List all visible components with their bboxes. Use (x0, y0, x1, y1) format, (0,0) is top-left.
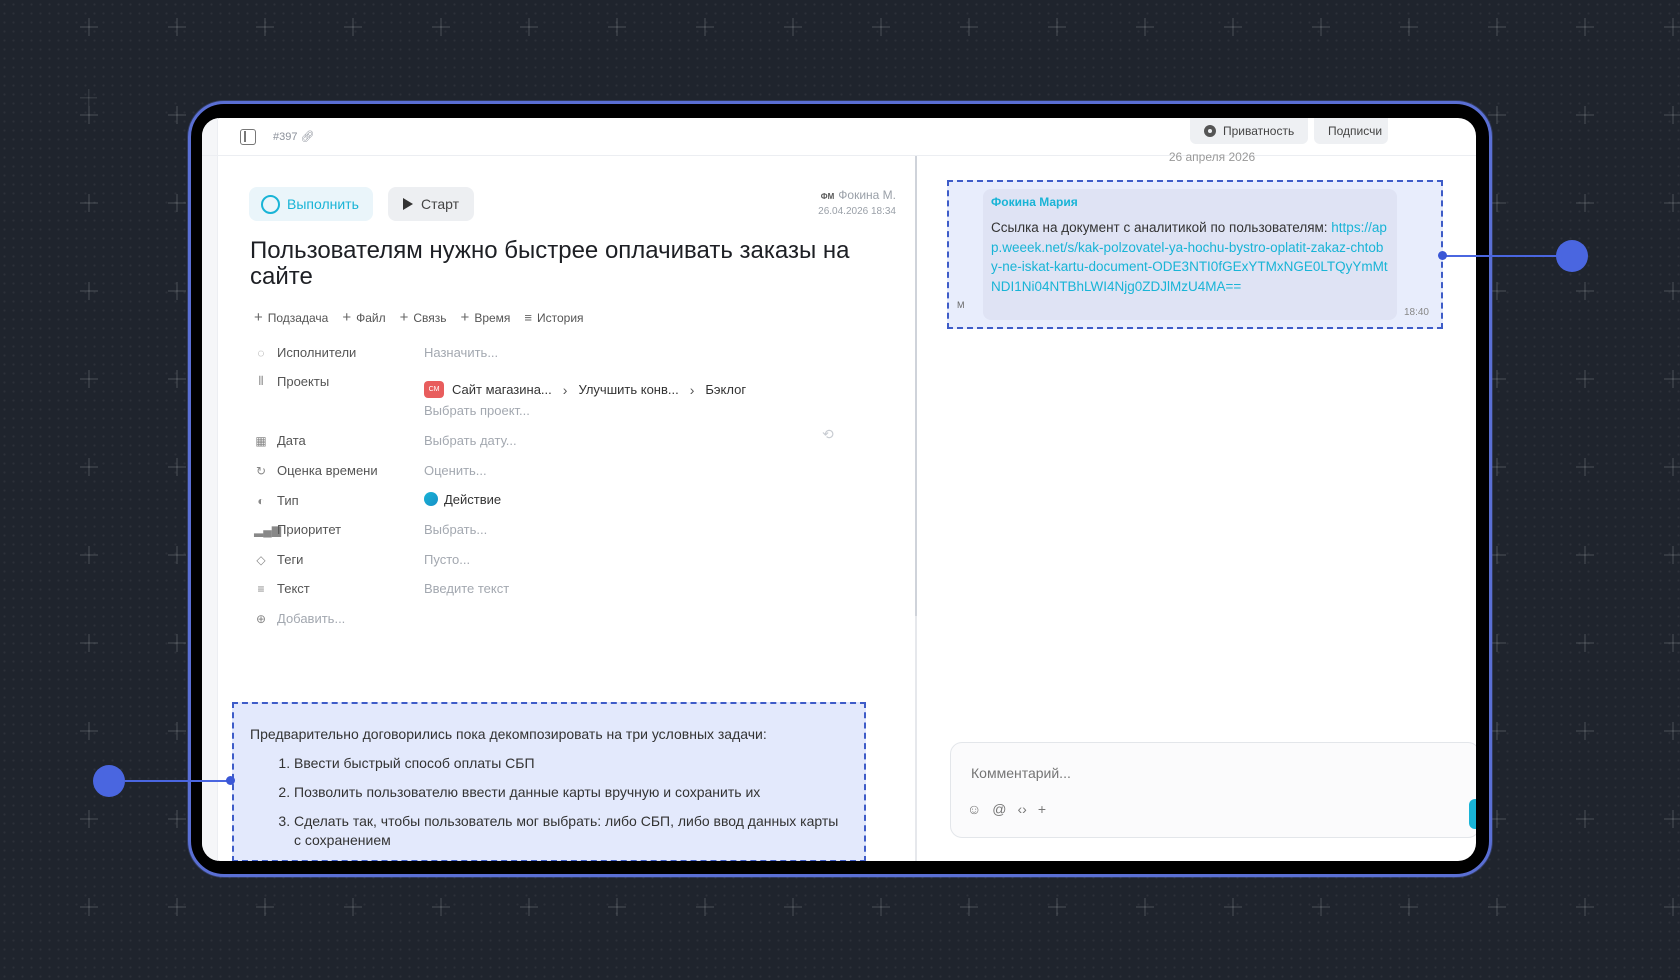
action-type-icon (424, 492, 438, 506)
task-title[interactable]: Пользователям нужно быстрее оплачивать з… (250, 238, 870, 290)
field-estimate-label: ↻ Оценка времени (255, 463, 378, 478)
project-path-item[interactable]: Бэклог (705, 382, 746, 397)
chat-message[interactable]: Фокина Мария Ссылка на документ с аналит… (983, 189, 1429, 320)
task-screen: #397 🔗︎ Приватность Подписчи Выполнить С… (202, 118, 1476, 861)
add-link-button[interactable]: + Связь (400, 309, 447, 326)
start-button[interactable]: Старт (388, 187, 475, 221)
complete-button[interactable]: Выполнить (249, 187, 373, 221)
field-priority-label: ▂▄▆ Приоритет (254, 522, 342, 537)
calendar-icon: ▦ (255, 433, 267, 448)
privacy-button[interactable]: Приватность (1190, 118, 1309, 144)
field-tags-label: ◇ Теги (254, 552, 303, 567)
text-value[interactable]: Введите текст (424, 581, 509, 596)
annotation-pin-left (226, 776, 235, 785)
annotation-node-right (1556, 240, 1588, 272)
field-type-label: ◐ Тип (254, 493, 298, 508)
plus-icon: + (254, 309, 263, 326)
annotation-connector-left (125, 780, 231, 782)
history-button[interactable]: ≡ История (524, 309, 583, 326)
task-actions: + Подзадача + Файл + Связь + Время ≡ История (254, 309, 584, 326)
topbar: #397 🔗︎ Приватность Подписчи (202, 118, 1476, 156)
text-icon: ≡ (257, 581, 265, 596)
description-intro: Предварительно договорились пока декомпо… (250, 726, 767, 742)
list-icon: ≡ (524, 310, 533, 325)
toggle-icon: ◐ (257, 493, 265, 508)
send-button[interactable] (1469, 799, 1476, 829)
comment-toolbar: ☺ @ ‹› + (967, 801, 1046, 817)
plus-icon[interactable]: + (1038, 801, 1046, 817)
description-block[interactable]: Предварительно договорились пока декомпо… (232, 702, 866, 861)
clock-icon: ↻ (255, 463, 267, 478)
date-value[interactable]: Выбрать дату... (424, 433, 517, 448)
play-icon (403, 198, 413, 210)
list-item: Позволить пользователю ввести данные кар… (294, 783, 848, 802)
plus-circle-icon: ⊕ (255, 611, 267, 626)
message-avatar: М (957, 300, 965, 310)
priority-icon: ▂▄▆ (254, 522, 281, 537)
list-item: Ввести быстрый способ оплаты СБП (294, 754, 848, 773)
eye-icon (1204, 125, 1216, 137)
annotation-connector-right (1442, 255, 1568, 257)
add-subtask-button[interactable]: + Подзадача (254, 309, 328, 326)
link-icon: 🔗︎ (300, 131, 315, 143)
add-field-button[interactable]: ⊕ Добавить... (254, 611, 345, 626)
message-text: Ссылка на документ с аналитикой по польз… (991, 220, 1388, 294)
annotation-node-left (93, 765, 125, 797)
type-value[interactable]: Действие (424, 492, 501, 507)
circle-icon (261, 194, 280, 214)
field-assignees-label: ◌ Исполнители (254, 345, 356, 360)
plus-icon: + (399, 309, 409, 326)
task-author: ФМ Фокина М. 26.04.2026 18:34 (818, 188, 896, 217)
project-badge: СМ (424, 381, 444, 398)
annotation-pin-right (1438, 251, 1447, 260)
comment-input[interactable] (971, 765, 1391, 781)
message-author[interactable]: Фокина Мария (991, 195, 1389, 209)
created-date: 26.04.2026 18:34 (818, 206, 896, 217)
repeat-icon[interactable]: ⟲ (822, 426, 834, 443)
chevron-right-icon: › (562, 381, 568, 398)
mention-icon[interactable]: @ (992, 801, 1006, 817)
author-initials: ФМ (820, 192, 835, 201)
plus-icon: + (342, 309, 352, 326)
field-projects-label: ⫴ Проекты (254, 374, 329, 389)
estimate-value[interactable]: Оценить... (424, 463, 487, 478)
project-icon: ⫴ (258, 374, 264, 388)
select-project[interactable]: Выбрать проект... (424, 403, 530, 418)
description-list: Ввести быстрый способ оплаты СБП Позволи… (250, 754, 848, 850)
list-item: Сделать так, чтобы пользователь мог выбр… (294, 812, 848, 850)
project-path: СМ Сайт магазина... › Улучшить конв... ›… (424, 381, 746, 398)
field-date-label: ▦ Дата (255, 433, 306, 448)
sidebar-edge (202, 118, 218, 861)
subscribe-button[interactable]: Подписчи (1314, 118, 1389, 144)
add-time-button[interactable]: + Время (461, 309, 511, 326)
chat-day-separator: 26 апреля 2026 (1168, 150, 1256, 164)
message-highlight: М Фокина Мария Ссылка на документ с анал… (947, 180, 1443, 329)
code-icon[interactable]: ‹› (1018, 801, 1027, 817)
comment-box: ☺ @ ‹› + (950, 742, 1476, 838)
chevron-right-icon: › (689, 381, 695, 398)
project-path-item[interactable]: Улучшить конв... (578, 382, 678, 397)
panel-toggle-icon[interactable] (240, 129, 256, 145)
emoji-icon[interactable]: ☺ (967, 801, 981, 817)
task-id[interactable]: #397 🔗︎ (273, 130, 315, 143)
tag-icon: ◇ (256, 552, 266, 567)
add-file-button[interactable]: + Файл (342, 309, 385, 326)
user-icon: ◌ (257, 345, 265, 360)
field-text-label: ≡ Текст (254, 581, 309, 596)
tags-value[interactable]: Пусто... (424, 552, 470, 567)
scrollbar-thumb[interactable] (915, 156, 917, 616)
message-time: 18:40 (1403, 307, 1429, 318)
priority-value[interactable]: Выбрать... (424, 522, 487, 537)
assignees-value[interactable]: Назначить... (424, 345, 498, 360)
plus-icon: + (460, 309, 470, 326)
project-path-item[interactable]: Сайт магазина... (452, 382, 552, 397)
